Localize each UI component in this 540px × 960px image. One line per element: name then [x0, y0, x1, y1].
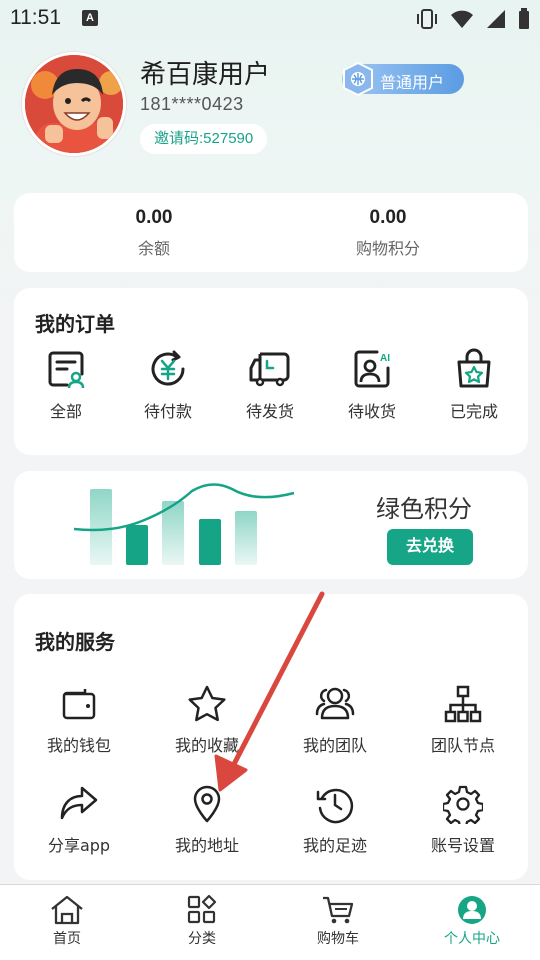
avatar-illustration: [25, 55, 123, 153]
tab-home[interactable]: 首页: [17, 895, 117, 948]
service-share-app-label: 分享app: [47, 836, 111, 855]
order-pending-payment[interactable]: 待付款: [122, 348, 214, 422]
orders-title: 我的订单: [35, 312, 115, 336]
order-pending-shipment-label: 待发货: [245, 402, 294, 421]
status-icons: [416, 8, 530, 30]
star-icon: [188, 685, 226, 722]
category-icon: [187, 895, 217, 924]
member-level-label: 普通用户: [380, 73, 445, 92]
order-pending-receipt-label: 待收货: [347, 402, 396, 421]
tab-home-label: 首页: [53, 931, 81, 947]
wallet-icon: [62, 689, 96, 720]
member-level-badge[interactable]: 普通用户: [342, 61, 464, 97]
pending-receipt-icon: AI: [354, 350, 390, 388]
green-points-card[interactable]: 绿色积分 去兑换: [14, 471, 528, 579]
user-name: 希百康用户: [140, 60, 271, 90]
user-phone: 181****0423: [140, 94, 244, 114]
pending-payment-icon: [151, 350, 185, 386]
avatar[interactable]: [22, 52, 126, 156]
order-completed[interactable]: 已完成: [428, 348, 520, 422]
order-all-label: 全部: [49, 402, 82, 421]
tab-profile-label: 个人中心: [444, 931, 500, 947]
orders-card: 我的订单 全部 待付款 待发货 AI 待收货 已完成: [14, 288, 528, 455]
gear-icon: [443, 785, 483, 824]
tab-profile[interactable]: 个人中心: [422, 895, 522, 948]
node-tree-icon: [444, 685, 482, 723]
notification-a-icon: A: [82, 10, 98, 26]
service-wallet[interactable]: 我的钱包: [14, 684, 144, 756]
vibrate-icon: [417, 9, 437, 29]
order-completed-label: 已完成: [449, 402, 498, 421]
services-card: 我的服务 我的钱包 我的收藏 我的团队 团队节点 分享app 我的地址 我的足迹…: [14, 594, 528, 880]
all-orders-icon: [48, 351, 85, 389]
service-history[interactable]: 我的足迹: [270, 784, 400, 856]
shopping-points-label: 购物积分: [355, 239, 420, 258]
balance-value: 0.00: [135, 207, 173, 228]
balance-label: 余额: [137, 239, 170, 258]
service-team-nodes[interactable]: 团队节点: [398, 684, 528, 756]
cart-icon: [323, 896, 354, 924]
tab-cart[interactable]: 购物车: [288, 895, 388, 948]
service-address[interactable]: 我的地址: [142, 784, 272, 856]
service-favorites-label: 我的收藏: [174, 736, 239, 755]
service-team-nodes-label: 团队节点: [430, 736, 495, 755]
balance-card: 0.00 余额 0.00 购物积分: [14, 193, 528, 272]
green-points-title: 绿色积分: [376, 495, 472, 523]
home-icon: [51, 895, 83, 925]
service-share-app[interactable]: 分享app: [14, 784, 144, 856]
service-account-settings-label: 账号设置: [430, 836, 495, 855]
location-pin-icon: [193, 785, 221, 823]
invite-code-badge[interactable]: 邀请码:527590: [140, 124, 268, 154]
exchange-button[interactable]: 去兑换: [387, 529, 473, 565]
shopping-points-value: 0.00: [369, 207, 407, 228]
shopping-points-item[interactable]: 0.00 购物积分: [288, 207, 488, 259]
green-points-chart-illustration: [73, 483, 295, 565]
service-favorites[interactable]: 我的收藏: [142, 684, 272, 756]
wifi-icon: [451, 10, 473, 28]
signal-icon: [487, 10, 505, 28]
profile-icon: [458, 896, 486, 924]
tab-category[interactable]: 分类: [152, 895, 252, 948]
status-bar: 11:51 A: [0, 0, 540, 36]
pending-shipment-icon: [249, 352, 290, 387]
service-history-label: 我的足迹: [302, 836, 367, 855]
tab-cart-label: 购物车: [317, 931, 359, 947]
service-account-settings[interactable]: 账号设置: [398, 784, 528, 856]
history-icon: [316, 788, 354, 824]
services-title: 我的服务: [35, 630, 115, 654]
balance-item[interactable]: 0.00 余额: [54, 207, 254, 259]
order-pending-shipment[interactable]: 待发货: [224, 348, 316, 422]
status-time: 11:51: [10, 6, 61, 29]
order-pending-receipt[interactable]: AI 待收货: [326, 348, 418, 422]
completed-icon: [457, 348, 491, 388]
service-team-label: 我的团队: [302, 736, 367, 755]
order-pending-payment-label: 待付款: [143, 402, 192, 421]
member-shield-icon: [343, 61, 373, 97]
tab-category-label: 分类: [188, 931, 216, 947]
service-address-label: 我的地址: [174, 836, 239, 855]
service-team[interactable]: 我的团队: [270, 684, 400, 756]
service-wallet-label: 我的钱包: [46, 736, 111, 755]
svg-text:AI: AI: [380, 353, 390, 364]
share-icon: [60, 786, 98, 820]
team-icon: [315, 687, 355, 720]
order-all[interactable]: 全部: [20, 348, 112, 422]
bottom-tab-bar: 首页 分类 购物车 个人中心: [0, 884, 540, 960]
battery-icon: [519, 8, 529, 29]
